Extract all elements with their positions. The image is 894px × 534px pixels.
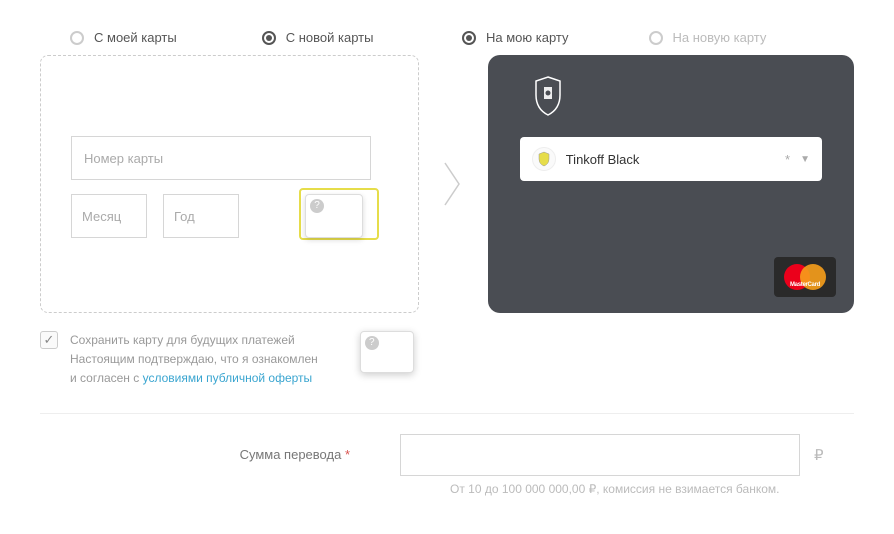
from-card-panel: ? <box>40 55 419 313</box>
expiry-month-input[interactable] <box>71 194 147 238</box>
expiry-year-input[interactable] <box>163 194 239 238</box>
account-name: Tinkoff Black <box>566 152 775 167</box>
help-icon: ? <box>365 336 379 350</box>
amount-label: Сумма перевода * <box>40 447 400 462</box>
transfer-arrow-icon <box>439 154 468 214</box>
radio-to-my-card[interactable]: На мою карту <box>462 30 569 45</box>
help-tooltip-box[interactable]: ? <box>360 331 414 373</box>
account-coat-icon <box>532 147 556 171</box>
radio-label: С моей карты <box>94 30 177 45</box>
radio-icon <box>649 31 663 45</box>
currency-symbol: ₽ <box>814 446 824 464</box>
destination-account-select[interactable]: Tinkoff Black * ▼ <box>520 137 822 181</box>
public-offer-link[interactable]: условиями публичной оферты <box>143 371 313 385</box>
radio-to-new-card[interactable]: На новую карту <box>649 30 767 45</box>
radio-label: На новую карту <box>673 30 767 45</box>
amount-hint-text: От 10 до 100 000 000,00 ₽, комиссия не в… <box>450 482 854 496</box>
transfer-amount-input[interactable] <box>400 434 800 476</box>
cvv-wrapper: ? <box>305 194 363 238</box>
radio-label: С новой карты <box>286 30 374 45</box>
radio-label: На мою карту <box>486 30 569 45</box>
radio-icon-selected <box>462 31 476 45</box>
save-card-text: Сохранить карту для будущих платежей Нас… <box>70 331 318 389</box>
chevron-down-icon: ▼ <box>800 154 810 165</box>
account-mask: * <box>785 152 790 167</box>
help-icon[interactable]: ? <box>310 199 324 213</box>
save-card-checkbox[interactable]: ✓ <box>40 331 58 349</box>
cvv-input[interactable]: ? <box>305 194 363 238</box>
card-number-input[interactable] <box>71 136 371 180</box>
radio-icon-selected <box>262 31 276 45</box>
required-star-icon: * <box>345 447 350 462</box>
mastercard-logo-icon: MasterCard <box>774 257 836 297</box>
radio-from-my-card[interactable]: С моей карты <box>70 30 177 45</box>
radio-icon <box>70 31 84 45</box>
to-card-panel: Tinkoff Black * ▼ MasterCard <box>488 55 854 313</box>
tinkoff-logo-icon <box>526 73 570 117</box>
radio-from-new-card[interactable]: С новой карты <box>262 30 374 45</box>
